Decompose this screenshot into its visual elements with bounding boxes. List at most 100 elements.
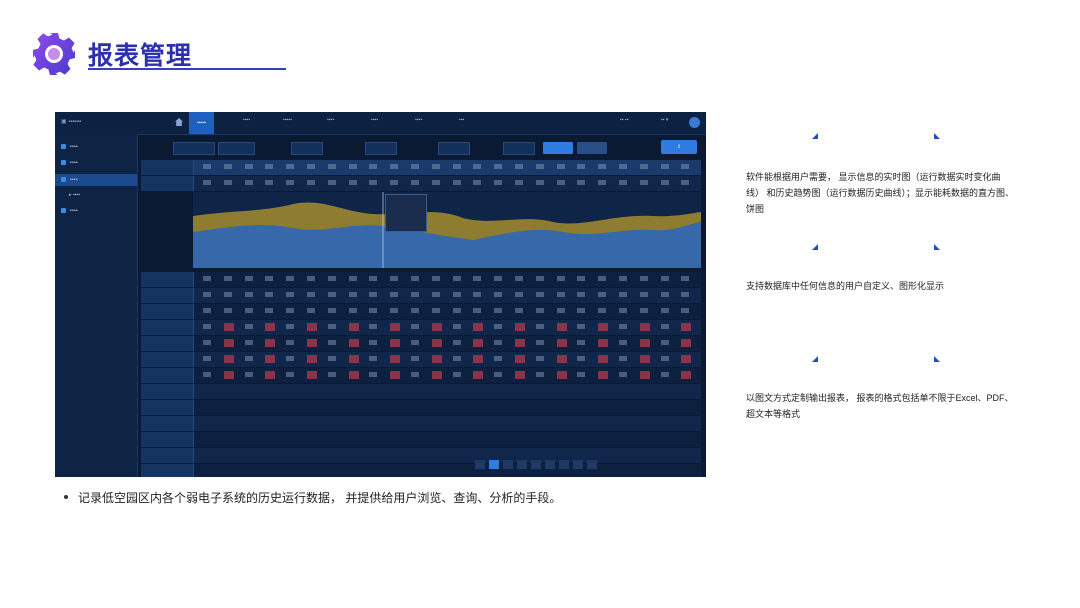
- table-row: [141, 304, 701, 319]
- row-label: [141, 400, 194, 415]
- table-cell: [265, 308, 274, 313]
- gear-icon: [33, 33, 75, 75]
- table-cell: [577, 324, 586, 329]
- table-cell: [390, 164, 399, 169]
- sidebar-subitem: ▸ ▪▪▪▪: [69, 192, 80, 198]
- alarm-cell: [639, 371, 650, 379]
- table-cell: [452, 308, 461, 313]
- table-cell: [431, 276, 440, 281]
- table-cell: [515, 180, 523, 185]
- table-row: [141, 400, 701, 415]
- table-cell: [473, 308, 482, 313]
- table-cell: [535, 324, 544, 329]
- table-cell: [598, 308, 607, 313]
- table-cell: [577, 308, 586, 313]
- alarm-cell: [515, 339, 525, 347]
- alarm-cell: [431, 339, 442, 347]
- table-cell: [265, 180, 274, 185]
- table-cell: [639, 276, 648, 281]
- table-cell: [556, 292, 565, 297]
- alarm-cell: [639, 339, 650, 347]
- table-cell: [473, 164, 482, 169]
- table-cell: [203, 180, 211, 185]
- table-cell: [411, 372, 419, 377]
- triangle-marker-icon: [812, 133, 818, 139]
- table-cell: [390, 180, 399, 185]
- alarm-cell: [598, 339, 609, 347]
- table-cell: [452, 356, 461, 361]
- table-cell: [203, 308, 211, 313]
- table-cell: [244, 356, 253, 361]
- table-cell: [681, 276, 690, 281]
- table-cell: [619, 292, 627, 297]
- table-cell: [515, 308, 523, 313]
- table-row: [141, 320, 701, 335]
- table-cell: [369, 356, 378, 361]
- query-button: [543, 142, 573, 154]
- table-cell: [411, 324, 419, 329]
- bullet-dot: [64, 495, 68, 499]
- table-cell: [660, 356, 669, 361]
- table-cell: [452, 292, 461, 297]
- table-cell: [473, 276, 482, 281]
- table-cell: [203, 340, 211, 345]
- table-cell: [411, 356, 419, 361]
- alarm-cell: [473, 371, 484, 379]
- table-cell: [681, 308, 690, 313]
- table-cell: [535, 372, 544, 377]
- table-row: [141, 368, 701, 383]
- reset-button: [577, 142, 607, 154]
- page-button: [587, 460, 597, 469]
- table-row: [141, 384, 701, 399]
- chart-tooltip: [385, 194, 427, 232]
- table-cell: [411, 276, 419, 281]
- page-button: [531, 460, 541, 469]
- table-cell: [535, 340, 544, 345]
- table-cell: [556, 180, 565, 185]
- user-icon: [689, 117, 700, 128]
- alarm-cell: [681, 339, 692, 347]
- table-cell: [327, 180, 336, 185]
- table-cell: [556, 308, 565, 313]
- alarm-cell: [515, 371, 525, 379]
- table-cell: [473, 292, 482, 297]
- table-cell: [598, 276, 607, 281]
- alarm-cell: [598, 323, 609, 331]
- table-header-row: [141, 160, 701, 175]
- nav-tab-active: ▪▪▪▪▪: [189, 112, 214, 134]
- row-label: [141, 448, 194, 463]
- table-cell: [515, 164, 523, 169]
- table-row: [141, 176, 701, 191]
- table-cell: [286, 180, 295, 185]
- alarm-cell: [223, 323, 234, 331]
- table-cell: [307, 292, 315, 297]
- table-cell: [286, 324, 295, 329]
- table-cell: [244, 164, 253, 169]
- alarm-cell: [515, 323, 525, 331]
- table-cell: [535, 356, 544, 361]
- table-cell: [369, 372, 378, 377]
- table-cell: [535, 180, 544, 185]
- row-label: [141, 176, 194, 191]
- app-sidebar: ▪▪▪▪ ▪▪▪▪ ▪▪▪▪ ▸ ▪▪▪▪ ▪▪▪▪: [55, 134, 138, 477]
- nav-tab: ▪▪▪▪: [415, 117, 423, 123]
- table-cell: [494, 180, 503, 185]
- table-cell: [327, 372, 336, 377]
- table-cell: [577, 340, 586, 345]
- alarm-cell: [681, 355, 692, 363]
- table-cell: [327, 356, 336, 361]
- nav-tab: ▪▪▪▪: [371, 117, 379, 123]
- table-cell: [411, 308, 419, 313]
- row-label: [141, 336, 194, 351]
- table-cell: [619, 340, 627, 345]
- table-cell: [369, 308, 378, 313]
- table-cell: [681, 180, 690, 185]
- table-cell: [369, 276, 378, 281]
- table-cell: [660, 276, 669, 281]
- sidebar-item: ▪▪▪▪: [61, 144, 78, 150]
- alarm-cell: [307, 339, 317, 347]
- table-cell: [431, 164, 440, 169]
- trend-chart-svg: [193, 192, 701, 268]
- table-cell: [411, 292, 419, 297]
- nav-tab: ▪▪▪: [459, 117, 465, 123]
